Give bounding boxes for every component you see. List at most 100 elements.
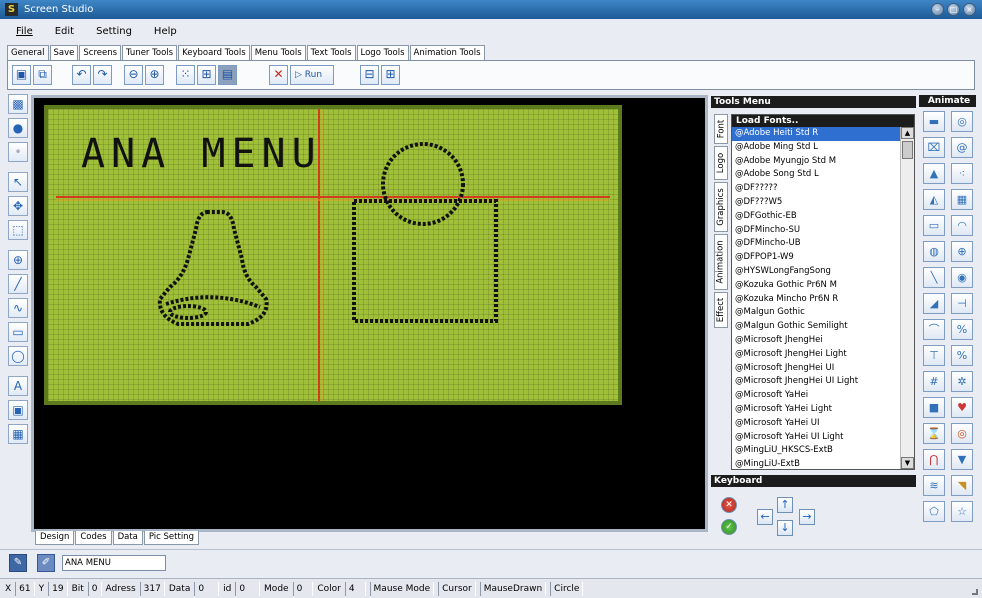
run-button[interactable]: ▷ Run bbox=[290, 65, 334, 85]
font-list-item[interactable]: @Kozuka Mincho Pr6N R bbox=[732, 293, 900, 307]
eye-icon[interactable]: ◉ bbox=[951, 267, 973, 288]
lcd-screen[interactable]: ANA MENU bbox=[44, 105, 622, 405]
tab-keyboard-tools[interactable]: Keyboard Tools bbox=[178, 45, 250, 60]
globe-icon[interactable]: ◍ bbox=[923, 241, 945, 262]
tab-screens[interactable]: Screens bbox=[79, 45, 122, 60]
right-arrow-icon[interactable]: → bbox=[799, 509, 815, 525]
up-arrow-icon[interactable]: ↑ bbox=[777, 497, 793, 513]
font-list-item[interactable]: @DFPOP1-W9 bbox=[732, 251, 900, 265]
column-icon[interactable]: ⊤ bbox=[923, 345, 945, 366]
tab-general[interactable]: General bbox=[7, 45, 49, 60]
zoom-out-icon[interactable]: ⊖ bbox=[124, 65, 143, 85]
left-arrow-icon[interactable]: ← bbox=[757, 509, 773, 525]
gear-icon[interactable]: ✲ bbox=[951, 371, 973, 392]
pattern-icon[interactable]: ▩ bbox=[8, 94, 28, 114]
tab-save[interactable]: Save bbox=[49, 45, 79, 60]
cursor-name-field[interactable]: ANA MENU bbox=[62, 555, 166, 571]
clear-icon[interactable]: ✕ bbox=[269, 65, 288, 85]
font-list-item[interactable]: @Adobe Ming Std L bbox=[732, 141, 900, 155]
tab-codes[interactable]: Codes bbox=[75, 531, 112, 545]
font-list[interactable]: Load Fonts.. @Adobe Heiti Std R @Adobe Mi… bbox=[731, 114, 915, 470]
scroll-up-icon[interactable]: ▲ bbox=[901, 127, 914, 139]
tab-tuner-tools[interactable]: Tuner Tools bbox=[122, 45, 178, 60]
font-list-item[interactable]: @Malgun Gothic bbox=[732, 306, 900, 320]
font-list-item[interactable]: @DFMincho-SU bbox=[732, 224, 900, 238]
menu-help[interactable]: Help bbox=[154, 26, 177, 37]
frame-icon[interactable]: ⌧ bbox=[923, 137, 945, 158]
line-icon[interactable]: ╱ bbox=[8, 274, 28, 294]
maximize-icon[interactable]: □ bbox=[947, 3, 960, 16]
rainbow-icon[interactable]: ◠ bbox=[951, 215, 973, 236]
font-list-item[interactable]: @HYSWLongFangSong bbox=[732, 265, 900, 279]
tab-text-tools[interactable]: Text Tools bbox=[306, 45, 356, 60]
text-icon[interactable]: A bbox=[8, 376, 28, 396]
rectangle-icon[interactable]: ▭ bbox=[8, 322, 28, 342]
wave-icon[interactable]: ≋ bbox=[923, 475, 945, 496]
tab-effect[interactable]: Effect bbox=[714, 292, 728, 328]
fill-icon[interactable]: ⊕ bbox=[8, 250, 28, 270]
menu-file[interactable]: File bbox=[16, 26, 33, 37]
font-list-item[interactable]: @Microsoft YaHei UI bbox=[732, 417, 900, 431]
minimize-icon[interactable]: – bbox=[931, 3, 944, 16]
close-icon[interactable]: × bbox=[963, 3, 976, 16]
font-list-item[interactable]: @Microsoft YaHei bbox=[732, 389, 900, 403]
tab-design[interactable]: Design bbox=[35, 531, 75, 545]
undo-icon[interactable]: ↶ bbox=[72, 65, 91, 85]
font-list-item[interactable]: @Microsoft JhengHei UI Light bbox=[732, 375, 900, 389]
font-list-item[interactable]: @MingLiU_HKSCS-ExtB bbox=[732, 444, 900, 458]
tab-font[interactable]: Font bbox=[714, 114, 728, 144]
star-icon[interactable]: ☆ bbox=[951, 501, 973, 522]
font-list-item[interactable]: @Microsoft JhengHei bbox=[732, 334, 900, 348]
move-icon[interactable]: ✥ bbox=[8, 196, 28, 216]
hourglass-icon[interactable]: ⌛ bbox=[923, 423, 945, 444]
screen-icon[interactable]: ▬ bbox=[923, 111, 945, 132]
target-icon[interactable]: ⊕ bbox=[951, 241, 973, 262]
dot-icon[interactable]: ● bbox=[8, 118, 28, 138]
font-list-item[interactable]: @Microsoft JhengHei UI bbox=[732, 362, 900, 376]
scroll-thumb[interactable] bbox=[902, 141, 913, 159]
curve-icon[interactable]: ∿ bbox=[8, 298, 28, 318]
cursor-tool-icon[interactable]: ✎ bbox=[9, 554, 27, 572]
scroll-down-icon[interactable]: ▼ bbox=[901, 457, 914, 469]
select-area-icon[interactable]: ⬚ bbox=[8, 220, 28, 240]
progress-icon[interactable]: % bbox=[951, 345, 973, 366]
design-canvas[interactable]: ANA MENU bbox=[31, 95, 708, 532]
zoom-in-icon[interactable]: ⊕ bbox=[145, 65, 164, 85]
small-dot-icon[interactable]: • bbox=[8, 142, 28, 162]
spiral-icon[interactable]: @ bbox=[951, 137, 973, 158]
font-list-scrollbar[interactable]: ▲ ▼ bbox=[900, 127, 914, 469]
font-list-item[interactable]: @Adobe Myungjo Std M bbox=[732, 155, 900, 169]
grid-icon[interactable]: ⊞ bbox=[197, 65, 216, 85]
menu-setting[interactable]: Setting bbox=[96, 26, 132, 37]
triangle-icon[interactable]: ◭ bbox=[923, 189, 945, 210]
plus-icon[interactable]: ⊞ bbox=[381, 65, 400, 85]
tab-pic-setting[interactable]: Pic Setting bbox=[143, 531, 199, 545]
slash-icon[interactable]: ╲ bbox=[923, 267, 945, 288]
pentagon-icon[interactable]: ⬠ bbox=[923, 501, 945, 522]
panel-icon[interactable]: ▭ bbox=[923, 215, 945, 236]
chart-icon[interactable]: ◢ bbox=[923, 293, 945, 314]
cursor-edit-icon[interactable]: ✐ bbox=[37, 554, 55, 572]
font-list-item[interactable]: @DF???W5 bbox=[732, 196, 900, 210]
funnel-icon[interactable]: ▼ bbox=[951, 449, 973, 470]
ok-key-icon[interactable]: ✓ bbox=[721, 519, 737, 535]
save-all-icon[interactable]: ⧉ bbox=[33, 65, 52, 85]
font-list-item[interactable]: @Malgun Gothic Semilight bbox=[732, 320, 900, 334]
font-list-item[interactable]: @DFGothic-EB bbox=[732, 210, 900, 224]
redo-icon[interactable]: ↷ bbox=[93, 65, 112, 85]
shapes-icon[interactable]: ■ bbox=[923, 397, 945, 418]
font-list-item[interactable]: @DF????? bbox=[732, 182, 900, 196]
hash-icon[interactable]: # bbox=[923, 371, 945, 392]
font-list-item[interactable]: @Microsoft YaHei UI Light bbox=[732, 431, 900, 445]
tab-data[interactable]: Data bbox=[112, 531, 143, 545]
grid-dots-icon[interactable]: ⁙ bbox=[176, 65, 195, 85]
tab-graphics[interactable]: Graphics bbox=[714, 182, 728, 232]
magnet-icon[interactable]: ⋂ bbox=[923, 449, 945, 470]
load-fonts-header[interactable]: Load Fonts.. bbox=[732, 115, 914, 127]
circle-icon[interactable]: ◯ bbox=[8, 346, 28, 366]
ring-icon[interactable]: ◎ bbox=[951, 423, 973, 444]
font-list-item[interactable]: @Microsoft JhengHei Light bbox=[732, 348, 900, 362]
cancel-key-icon[interactable]: ✕ bbox=[721, 497, 737, 513]
tab-logo[interactable]: Logo bbox=[714, 146, 728, 180]
font-list-item[interactable]: @Adobe Song Std L bbox=[732, 168, 900, 182]
